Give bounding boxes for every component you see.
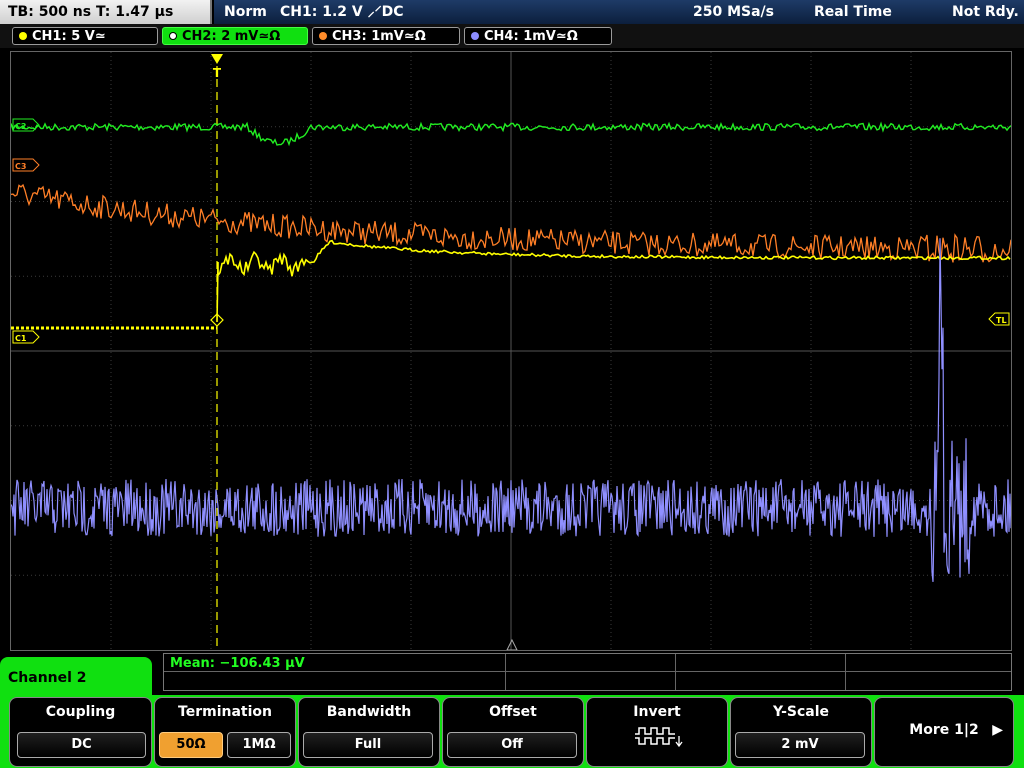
- bandwidth-value[interactable]: Full: [303, 732, 433, 758]
- sample-rate: 250 MSa/s: [693, 4, 775, 20]
- coupling-softkey[interactable]: Coupling DC: [9, 697, 152, 767]
- coupling-value[interactable]: DC: [17, 732, 146, 758]
- yscale-value[interactable]: 2 mV: [735, 732, 865, 758]
- termination-1mohm-option[interactable]: 1MΩ: [227, 732, 291, 758]
- time-center-marker-icon: [506, 638, 518, 650]
- ch1-offset-marker[interactable]: C1: [12, 330, 40, 344]
- tab-ch2[interactable]: CH2: 2 mV≃Ω: [162, 27, 308, 45]
- invert-icon: [635, 727, 683, 748]
- status-bar: Norm CH1: 1.2 V ⸝⸍DC 250 MSa/s Real Time…: [214, 0, 1024, 24]
- trigger-position-marker[interactable]: T: [211, 54, 223, 80]
- trigger-pos-label: T: [213, 66, 222, 80]
- more-softkey[interactable]: More 1|2 ▶: [874, 697, 1014, 767]
- menu-title: Channel 2: [0, 657, 152, 701]
- invert-softkey[interactable]: Invert: [586, 697, 728, 767]
- offset-label: Offset: [489, 704, 537, 720]
- bandwidth-softkey[interactable]: Bandwidth Full: [298, 697, 440, 767]
- meas-divider: [505, 654, 506, 690]
- ch2-marker-label: C2: [15, 122, 26, 131]
- play-arrow-icon: ▶: [992, 722, 1003, 738]
- offset-softkey[interactable]: Offset Off: [442, 697, 584, 767]
- timebase-readout[interactable]: TB: 500 ns T: 1.47 µs: [0, 0, 212, 24]
- tab-ch3[interactable]: CH3: 1mV≃Ω: [312, 27, 460, 45]
- ch3-dot-icon: [319, 32, 327, 40]
- ch2-dot-icon: [169, 32, 177, 40]
- offset-value[interactable]: Off: [447, 732, 577, 758]
- ch4-dot-icon: [471, 32, 479, 40]
- tab-ch2-label: CH2: 2 mV≃Ω: [182, 29, 281, 44]
- ch3-marker-label: C3: [15, 162, 26, 171]
- ready-state: Not Rdy.: [952, 4, 1019, 20]
- tab-ch1-label: CH1: 5 V≃: [32, 29, 106, 44]
- grid-lines: [11, 52, 1011, 650]
- ch2-offset-marker[interactable]: C2: [12, 118, 40, 132]
- tab-ch4[interactable]: CH4: 1mV≃Ω: [464, 27, 612, 45]
- yscale-label: Y-Scale: [772, 704, 829, 720]
- mean-measurement[interactable]: Mean: −106.43 µV: [170, 656, 305, 671]
- tab-ch3-label: CH3: 1mV≃Ω: [332, 29, 426, 44]
- termination-50ohm-option[interactable]: 50Ω: [159, 732, 223, 758]
- measurement-bar: Mean: −106.43 µV: [163, 653, 1012, 691]
- invert-label: Invert: [633, 704, 681, 720]
- tab-ch4-label: CH4: 1mV≃Ω: [484, 29, 578, 44]
- tab-ch1[interactable]: CH1: 5 V≃: [12, 27, 158, 45]
- trigger-level-marker[interactable]: TL: [988, 312, 1010, 326]
- coupling-label: Coupling: [45, 704, 116, 720]
- trigger-level-label: TL: [996, 316, 1007, 325]
- trigger-setting[interactable]: CH1: 1.2 V ⸝⸍DC: [280, 0, 403, 24]
- ch1-marker-label: C1: [15, 334, 27, 343]
- termination-softkey[interactable]: Termination 50Ω 1MΩ: [154, 697, 296, 767]
- waveform-display[interactable]: T C2 C3 C1 TL: [10, 51, 1012, 651]
- meas-divider: [164, 671, 1011, 672]
- ch3-offset-marker[interactable]: C3: [12, 158, 40, 172]
- meas-divider: [845, 654, 846, 690]
- graticule: T C2 C3 C1 TL: [11, 52, 1011, 650]
- channel-tabs: CH1: 5 V≃ CH2: 2 mV≃Ω CH3: 1mV≃Ω CH4: 1m…: [0, 24, 1024, 48]
- meas-divider: [675, 654, 676, 690]
- trigger-mode[interactable]: Norm: [224, 0, 267, 24]
- acquisition-mode[interactable]: Real Time: [814, 0, 892, 24]
- yscale-softkey[interactable]: Y-Scale 2 mV: [730, 697, 872, 767]
- bandwidth-label: Bandwidth: [326, 704, 412, 720]
- termination-label: Termination: [178, 704, 272, 720]
- ch1-trace: [216, 239, 1011, 323]
- ch1-dot-icon: [19, 32, 27, 40]
